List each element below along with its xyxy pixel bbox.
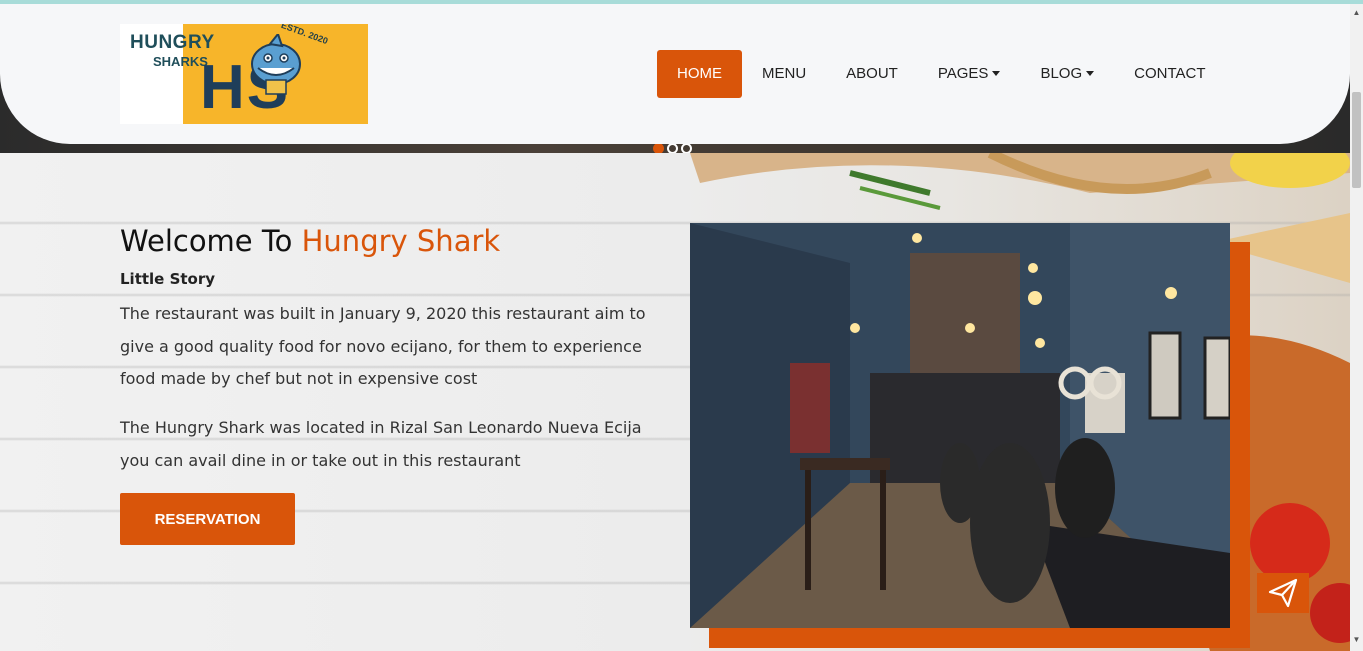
nav-about[interactable]: ABOUT [826,50,918,98]
nav-contact-label: CONTACT [1134,65,1206,82]
scrollbar-thumb[interactable] [1352,92,1361,188]
brand-logo[interactable]: HUNGRY SHARKS ESTD. 2020 HS [120,24,368,124]
restaurant-photo-illustration [690,223,1230,628]
about-paragraph-1: The restaurant was built in January 9, 2… [120,304,646,388]
page-scrollbar[interactable]: ▲ ▼ [1350,4,1363,651]
nav-contact[interactable]: CONTACT [1114,50,1225,98]
nav-home-label: HOME [677,65,722,82]
site-header: HUNGRY SHARKS ESTD. 2020 HS HOME MENU AB… [0,4,1350,144]
nav-blog-label: BLOG [1040,65,1083,82]
about-section: Welcome To Hungry Shark Little Story The… [0,153,1350,651]
send-message-button[interactable] [1257,573,1309,613]
nav-blog-dropdown[interactable]: BLOG [1020,50,1114,98]
nav-pages-label: PAGES [937,65,989,82]
reservation-button[interactable]: RESERVATION [120,493,295,545]
caret-down-icon [1086,70,1095,76]
nav-menu-label: MENU [762,65,807,82]
little-story-subtitle: Little Story [120,270,216,288]
shark-mascot-icon [251,34,301,95]
paper-plane-icon [1268,578,1298,608]
nav-home[interactable]: HOME [657,50,742,98]
restaurant-interior-photo [690,223,1230,628]
nav-about-label: ABOUT [846,65,898,82]
scroll-up-icon[interactable]: ▲ [1350,8,1363,18]
logo-text-hungry: HUNGRY [130,32,215,53]
welcome-heading-accent: Hungry Shark [301,224,501,258]
main-nav: HOME MENU ABOUT PAGES BLOG CONTACT [657,50,1226,98]
scroll-down-icon[interactable]: ▼ [1350,635,1363,645]
caret-down-icon [992,70,1001,76]
nav-menu[interactable]: MENU [742,50,826,98]
welcome-heading: Welcome To Hungry Shark [120,224,500,258]
nav-pages-dropdown[interactable]: PAGES [918,50,1021,98]
welcome-heading-prefix: Welcome To [120,224,302,258]
about-paragraph-2: The Hungry Shark was located in Rizal Sa… [120,418,642,470]
